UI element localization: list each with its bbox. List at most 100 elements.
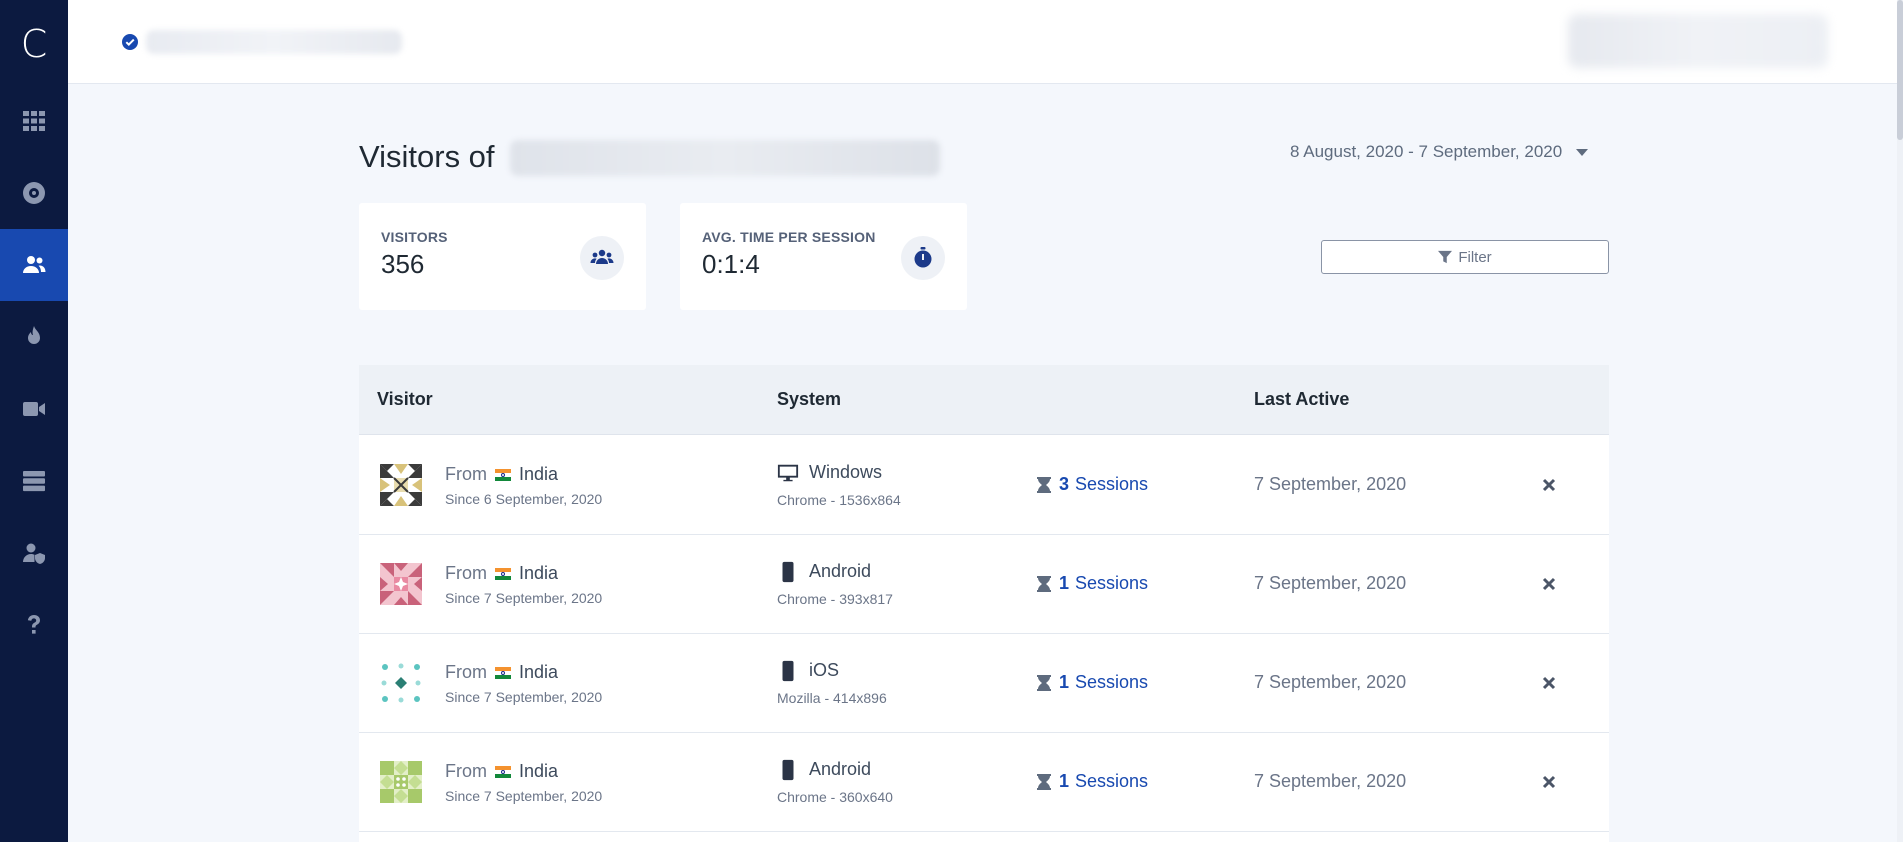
table-header: Visitor System Last Active [359, 365, 1609, 435]
last-active-date: 7 September, 2020 [1254, 474, 1407, 494]
visitor-since: Since 6 September, 2020 [445, 491, 603, 507]
visitor-location: From India [445, 563, 558, 584]
filter-label: Filter [1458, 248, 1492, 266]
sidebar-item-dashboard[interactable] [0, 85, 68, 157]
date-range-picker[interactable]: 8 August, 2020 - 7 September, 2020 [1290, 142, 1589, 162]
sidebar-item-visitors[interactable] [0, 229, 68, 301]
country-name: India [519, 464, 559, 484]
session-count: 1 [1059, 573, 1070, 593]
last-active-date: 7 September, 2020 [1254, 573, 1407, 593]
from-label: From [445, 563, 487, 583]
browser-resolution: Chrome - 360x640 [777, 789, 893, 805]
country-name: India [519, 662, 559, 682]
target-icon [23, 182, 45, 204]
sidebar-item-recordings[interactable] [0, 373, 68, 445]
visitor-since: Since 7 September, 2020 [445, 788, 603, 804]
from-label: From [445, 662, 487, 682]
question-icon [27, 615, 40, 634]
sidebar: C [0, 0, 68, 842]
visitor-avatar [380, 563, 422, 605]
video-camera-icon [23, 402, 45, 416]
sessions-link[interactable]: 1 Sessions [1037, 573, 1148, 594]
close-icon [1542, 577, 1556, 591]
visitor-avatar [380, 464, 422, 506]
user-menu-redacted[interactable] [1568, 14, 1828, 68]
mobile-icon [777, 759, 799, 781]
sessions-link[interactable]: 3 Sessions [1037, 474, 1148, 495]
session-label: Sessions [1075, 474, 1149, 494]
from-label: From [445, 464, 487, 484]
avg-time-stat-card: AVG. TIME PER SESSION 0:1:4 [680, 203, 967, 310]
sidebar-item-user-privacy[interactable] [0, 517, 68, 589]
column-header-system[interactable]: System [777, 389, 841, 410]
sidebar-item-help[interactable] [0, 589, 68, 661]
operating-system: Android [809, 561, 872, 581]
stat-label: AVG. TIME PER SESSION [702, 229, 876, 245]
page-scrollbar[interactable] [1897, 0, 1903, 842]
table-row[interactable]: From India Since 7 September, 2020 iOS M… [359, 634, 1609, 733]
from-label: From [445, 761, 487, 781]
session-count: 1 [1059, 672, 1070, 692]
table-row[interactable]: From India Since 7 September, 2020 Andro… [359, 535, 1609, 634]
visitors-stat-card: VISITORS 356 [359, 203, 646, 310]
close-icon [1542, 775, 1556, 789]
table-row[interactable]: From India Since 7 September, 2020 Andro… [359, 733, 1609, 832]
table-row[interactable]: From India Since 6 September, 2020 Windo… [359, 436, 1609, 535]
sidebar-item-heatmaps[interactable] [0, 301, 68, 373]
last-active-date: 7 September, 2020 [1254, 771, 1407, 791]
close-icon [1542, 478, 1556, 492]
india-flag-icon [495, 567, 511, 580]
hourglass-icon [1037, 674, 1051, 691]
remove-visitor-button[interactable] [1536, 670, 1562, 696]
verified-check-icon [122, 34, 138, 50]
filter-button[interactable]: Filter [1321, 240, 1609, 274]
stat-label: VISITORS [381, 229, 448, 245]
visitor-since: Since 7 September, 2020 [445, 689, 603, 705]
site-selector-redacted[interactable] [146, 30, 402, 54]
visitor-location: From India [445, 662, 558, 683]
browser-resolution: Chrome - 1536x864 [777, 492, 901, 508]
remove-visitor-button[interactable] [1536, 571, 1562, 597]
users-icon [23, 256, 46, 273]
session-count: 3 [1059, 474, 1070, 494]
user-shield-icon [23, 543, 45, 564]
session-count: 1 [1059, 771, 1070, 791]
column-header-last-active[interactable]: Last Active [1254, 389, 1349, 410]
grid-icon [23, 111, 45, 131]
hourglass-icon [1037, 575, 1051, 592]
remove-visitor-button[interactable] [1536, 769, 1562, 795]
column-header-visitor[interactable]: Visitor [377, 389, 433, 410]
session-label: Sessions [1075, 771, 1149, 791]
browser-resolution: Mozilla - 414x896 [777, 690, 887, 706]
server-icon [23, 471, 45, 492]
country-name: India [519, 761, 559, 781]
operating-system: Windows [809, 462, 883, 482]
stat-value: 0:1:4 [702, 249, 760, 279]
visitors-table: Visitor System Last Active From India Si… [359, 365, 1609, 842]
mobile-icon [777, 561, 799, 583]
visitor-avatar [380, 662, 422, 704]
browser-resolution: Chrome - 393x817 [777, 591, 893, 607]
stopwatch-icon [901, 236, 945, 280]
sidebar-item-server[interactable] [0, 445, 68, 517]
operating-system: iOS [809, 660, 840, 680]
page-title: Visitors of [359, 139, 495, 174]
remove-visitor-button[interactable] [1536, 472, 1562, 498]
top-bar [68, 0, 1903, 84]
session-label: Sessions [1075, 672, 1149, 692]
fire-icon [28, 326, 40, 344]
sidebar-item-sites[interactable] [0, 157, 68, 229]
visitor-avatar [380, 761, 422, 803]
last-active-date: 7 September, 2020 [1254, 672, 1407, 692]
caret-down-icon [1576, 148, 1589, 156]
sessions-link[interactable]: 1 Sessions [1037, 771, 1148, 792]
india-flag-icon [495, 468, 511, 481]
scrollbar-thumb[interactable] [1897, 0, 1903, 140]
app-logo[interactable]: C [0, 22, 68, 66]
session-label: Sessions [1075, 573, 1149, 593]
hourglass-icon [1037, 773, 1051, 790]
sessions-link[interactable]: 1 Sessions [1037, 672, 1148, 693]
site-url-redacted [510, 140, 940, 176]
users-icon [580, 236, 624, 280]
hourglass-icon [1037, 476, 1051, 493]
